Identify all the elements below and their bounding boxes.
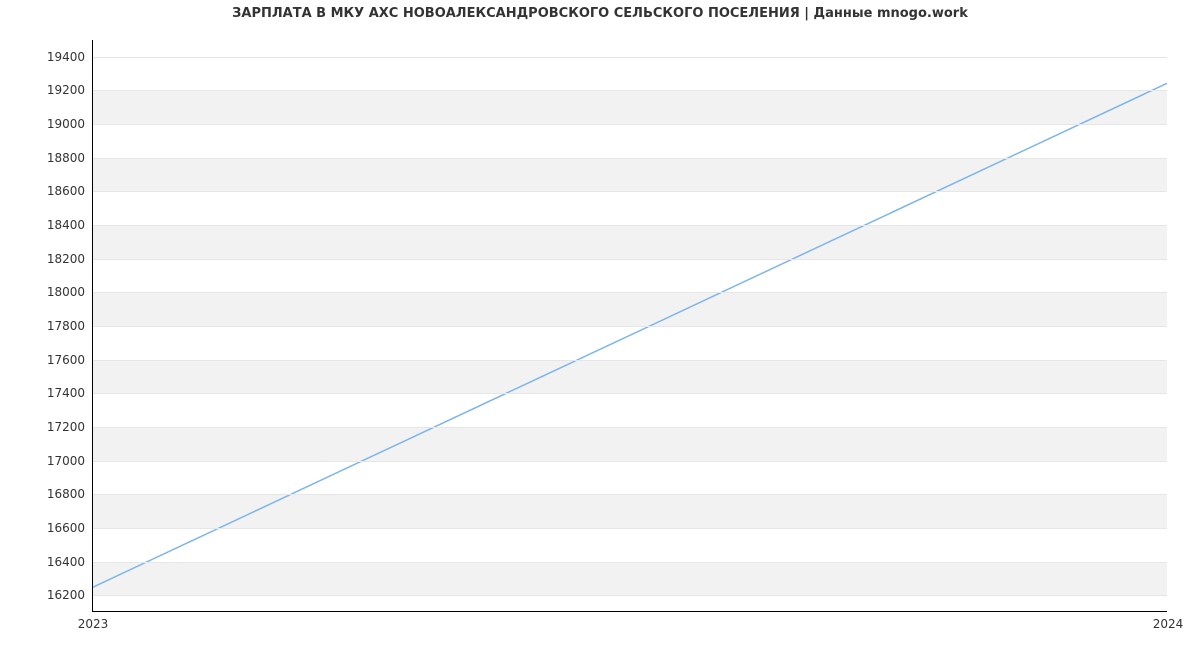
series-line: [93, 83, 1167, 587]
chart-container: ЗАРПЛАТА В МКУ АХС НОВОАЛЕКСАНДРОВСКОГО …: [0, 0, 1200, 650]
plot-area: 1620016400166001680017000172001740017600…: [92, 40, 1167, 612]
y-tick-label: 16200: [47, 588, 93, 602]
y-tick-label: 16800: [47, 487, 93, 501]
gridline: [93, 326, 1167, 327]
y-tick-label: 19400: [47, 50, 93, 64]
y-tick-label: 16400: [47, 555, 93, 569]
y-tick-label: 17000: [47, 454, 93, 468]
gridline: [93, 528, 1167, 529]
gridline: [93, 393, 1167, 394]
gridline: [93, 427, 1167, 428]
y-tick-label: 18400: [47, 218, 93, 232]
gridline: [93, 225, 1167, 226]
gridline: [93, 259, 1167, 260]
gridline: [93, 124, 1167, 125]
y-tick-label: 18200: [47, 252, 93, 266]
gridline: [93, 57, 1167, 58]
y-tick-label: 17800: [47, 319, 93, 333]
y-tick-label: 17600: [47, 353, 93, 367]
gridline: [93, 158, 1167, 159]
gridline: [93, 90, 1167, 91]
y-tick-label: 16600: [47, 521, 93, 535]
y-tick-label: 17200: [47, 420, 93, 434]
gridline: [93, 461, 1167, 462]
gridline: [93, 494, 1167, 495]
y-tick-label: 18800: [47, 151, 93, 165]
y-tick-label: 18000: [47, 285, 93, 299]
x-tick-label: 2024: [1153, 611, 1184, 631]
gridline: [93, 562, 1167, 563]
gridline: [93, 595, 1167, 596]
gridline: [93, 360, 1167, 361]
chart-title: ЗАРПЛАТА В МКУ АХС НОВОАЛЕКСАНДРОВСКОГО …: [0, 6, 1200, 21]
y-tick-label: 18600: [47, 184, 93, 198]
x-tick-label: 2023: [78, 611, 109, 631]
gridline: [93, 191, 1167, 192]
y-tick-label: 19000: [47, 117, 93, 131]
gridline: [93, 292, 1167, 293]
y-tick-label: 19200: [47, 83, 93, 97]
y-tick-label: 17400: [47, 386, 93, 400]
